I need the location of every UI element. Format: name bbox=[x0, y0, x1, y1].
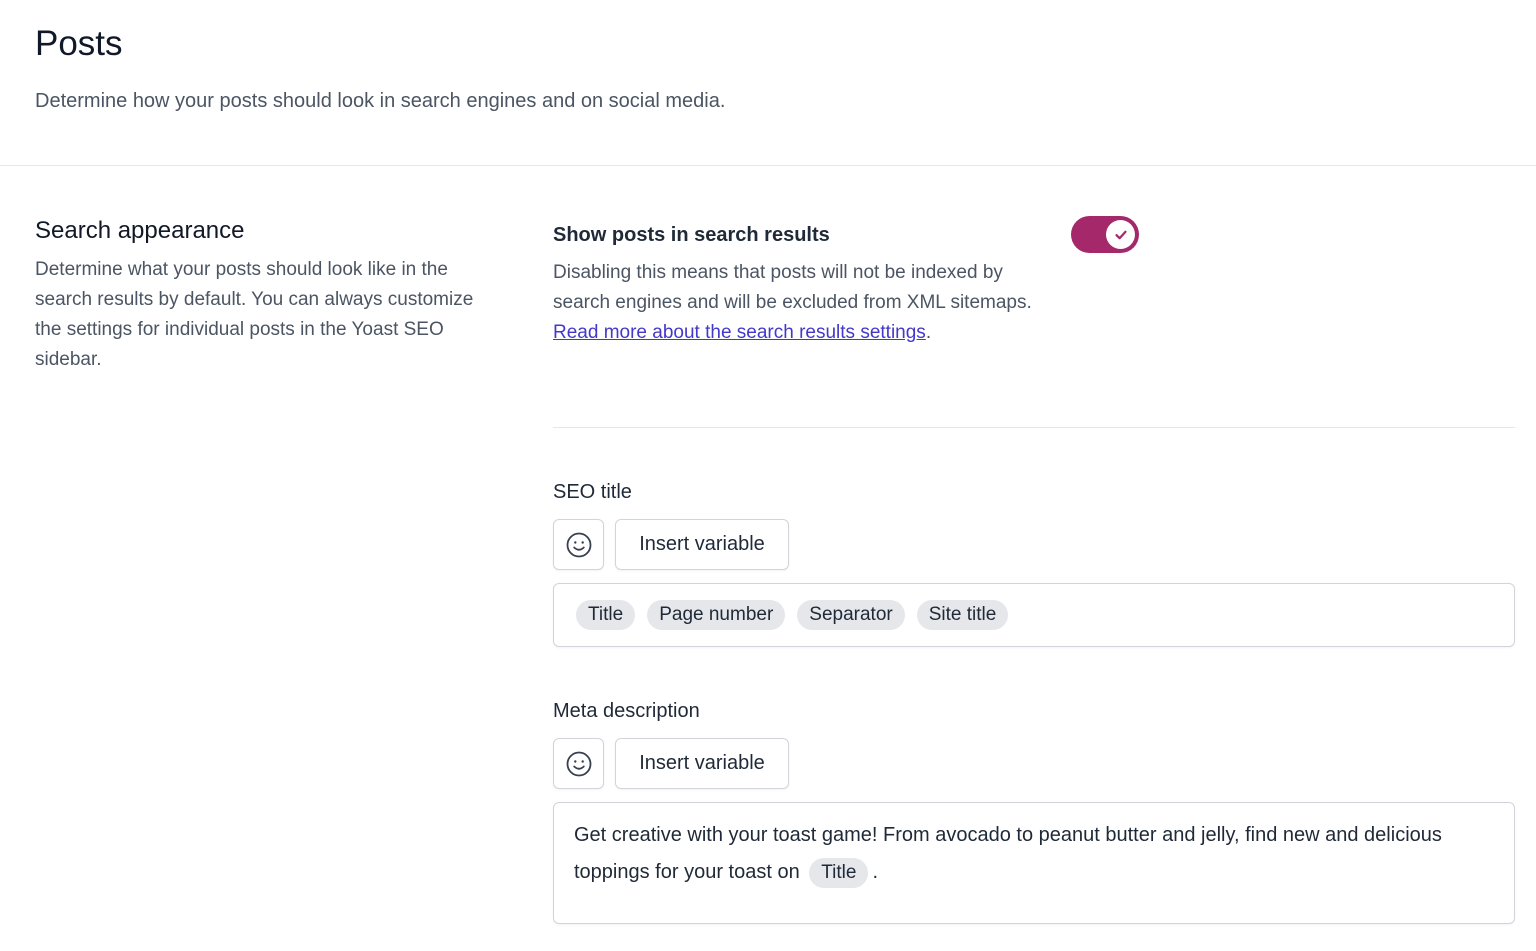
description-text: Disabling this means that posts will not… bbox=[553, 262, 1032, 313]
toggle-knob bbox=[1106, 220, 1135, 249]
seo-title-editor[interactable]: Title Page number Separator Site title bbox=[553, 583, 1515, 647]
variable-chip-page-number: Page number bbox=[647, 600, 786, 630]
smiley-icon bbox=[566, 532, 591, 557]
variable-chip-title: Title bbox=[576, 600, 636, 630]
smiley-icon bbox=[566, 751, 591, 776]
meta-description-emoji-button[interactable] bbox=[553, 738, 604, 789]
read-more-link[interactable]: Read more about the search results setti… bbox=[553, 322, 926, 343]
meta-description-text-end: . bbox=[872, 861, 879, 883]
show-in-search-description: Disabling this means that posts will not… bbox=[553, 258, 1033, 348]
meta-description-editor[interactable]: Get creative with your toast game! From … bbox=[553, 802, 1515, 924]
seo-title-insert-variable-button[interactable]: Insert variable bbox=[615, 519, 789, 570]
variable-chip-separator: Separator bbox=[797, 600, 905, 630]
section-title: Search appearance bbox=[35, 217, 245, 244]
section-description: Determine what your posts should look li… bbox=[35, 259, 474, 370]
search-appearance-intro: Search appearance Determine what your po… bbox=[35, 214, 475, 375]
seo-title-emoji-button[interactable] bbox=[553, 519, 604, 570]
meta-description-insert-variable-button[interactable]: Insert variable bbox=[615, 738, 789, 789]
show-in-search-label: Show posts in search results bbox=[553, 224, 830, 246]
seo-title-label: SEO title bbox=[553, 481, 632, 503]
meta-description-text: Get creative with your toast game! From … bbox=[574, 824, 1442, 883]
description-period: . bbox=[925, 322, 932, 343]
variable-chip-site-title: Site title bbox=[916, 600, 1009, 630]
check-icon bbox=[1114, 230, 1127, 239]
section-divider bbox=[553, 427, 1515, 428]
meta-description-label: Meta description bbox=[553, 700, 700, 722]
page-title: Posts bbox=[35, 24, 123, 63]
variable-chip-title: Title bbox=[809, 858, 869, 888]
page-subtitle: Determine how your posts should look in … bbox=[35, 90, 726, 112]
show-in-search-toggle[interactable] bbox=[1071, 216, 1139, 253]
page-header: Posts Determine how your posts should lo… bbox=[0, 0, 1536, 166]
